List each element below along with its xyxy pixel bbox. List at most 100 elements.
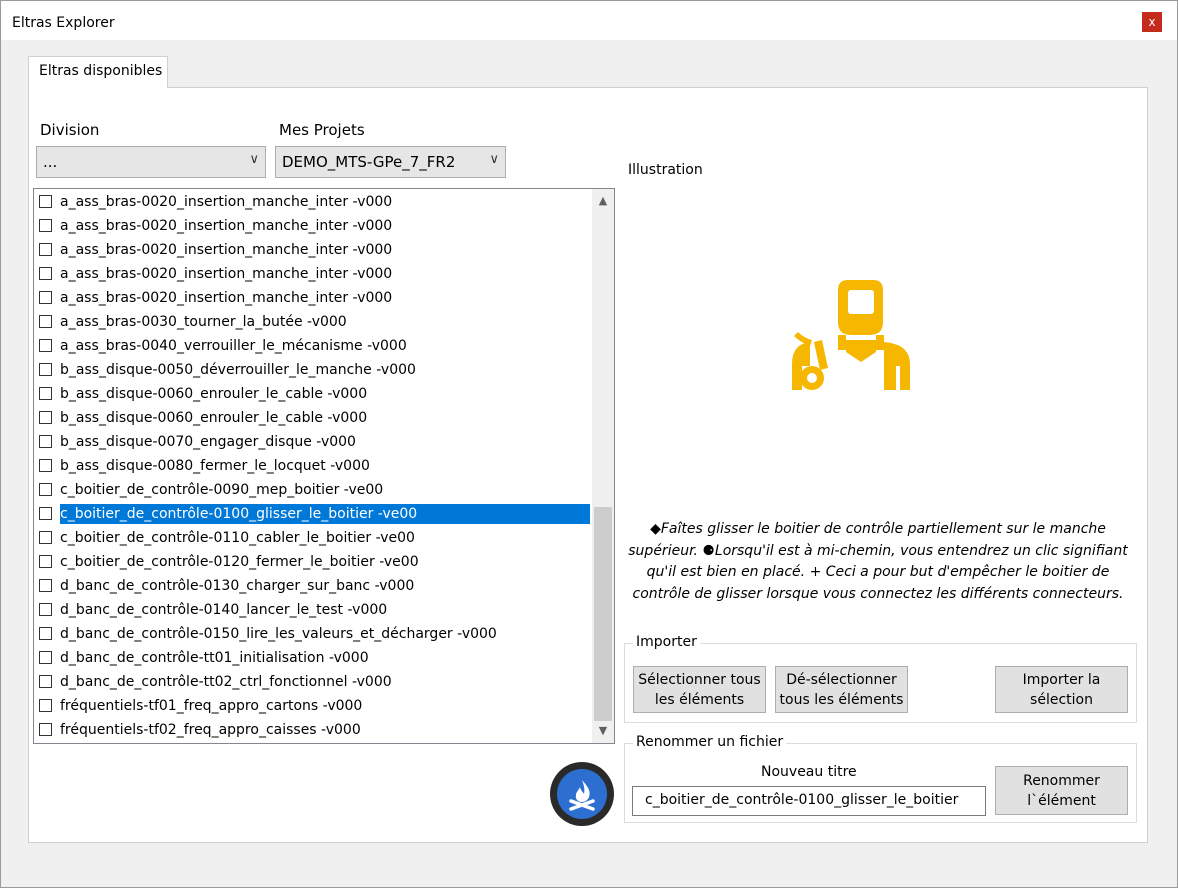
list-item[interactable]: a_ass_bras-0020_insertion_manche_inter -… [36, 262, 590, 286]
list-item-checkbox[interactable] [39, 627, 52, 640]
rename-group-title: Renommer un fichier [633, 734, 787, 750]
list-item-checkbox[interactable] [39, 531, 52, 544]
list-item[interactable]: b_ass_disque-0060_enrouler_le_cable -v00… [36, 382, 590, 406]
list-item-checkbox[interactable] [39, 507, 52, 520]
list-item[interactable]: d_banc_de_contrôle-0130_charger_sur_banc… [36, 574, 590, 598]
division-label: Division [40, 121, 100, 139]
list-item[interactable]: b_ass_disque-0060_enrouler_le_cable -v00… [36, 406, 590, 430]
list-item-label: a_ass_bras-0020_insertion_manche_inter -… [60, 242, 393, 258]
scroll-down-icon[interactable]: ▼ [592, 721, 614, 741]
chevron-down-icon: ∨ [249, 152, 259, 167]
list-item-checkbox[interactable] [39, 267, 52, 280]
list-item[interactable]: a_ass_bras-0030_tourner_la_butée -v000 [36, 310, 590, 334]
list-item-checkbox[interactable] [39, 435, 52, 448]
list-item-label: a_ass_bras-0030_tourner_la_butée -v000 [60, 314, 347, 330]
list-item-checkbox[interactable] [39, 699, 52, 712]
list-item-checkbox[interactable] [39, 363, 52, 376]
list-item-checkbox[interactable] [39, 339, 52, 352]
list-item-label: d_banc_de_contrôle-0150_lire_les_valeurs… [60, 626, 497, 642]
list-item-label: b_ass_disque-0060_enrouler_le_cable -v00… [60, 386, 368, 402]
list-item-checkbox[interactable] [39, 291, 52, 304]
list-item[interactable]: c_boitier_de_contrôle-0100_glisser_le_bo… [36, 502, 590, 526]
list-item-checkbox[interactable] [39, 603, 52, 616]
list-item-label: c_boitier_de_contrôle-0110_cabler_le_boi… [60, 530, 415, 546]
illustration-description: ◆Faîtes glisser le boitier de contrôle p… [628, 521, 1128, 602]
list-item-checkbox[interactable] [39, 675, 52, 688]
list-item[interactable]: a_ass_bras-0020_insertion_manche_inter -… [36, 190, 590, 214]
list-item[interactable]: d_banc_de_contrôle-0150_lire_les_valeurs… [36, 622, 590, 646]
list-item-label: d_banc_de_contrôle-tt01_initialisation -… [60, 650, 369, 666]
list-item-label: b_ass_disque-0080_fermer_le_locquet -v00… [60, 458, 370, 474]
projects-select-value: DEMO_MTS-GPe_7_FR2 [282, 153, 456, 171]
list-item[interactable]: a_ass_bras-0020_insertion_manche_inter -… [36, 238, 590, 262]
list-item-label: a_ass_bras-0020_insertion_manche_inter -… [60, 266, 393, 282]
list-item-checkbox[interactable] [39, 243, 52, 256]
list-item-checkbox[interactable] [39, 483, 52, 496]
list-item[interactable]: b_ass_disque-0070_engager_disque -v000 [36, 430, 590, 454]
list-item-checkbox[interactable] [39, 219, 52, 232]
list-item-label: a_ass_bras-0020_insertion_manche_inter -… [60, 194, 393, 210]
title-bar: Eltras Explorer x [0, 0, 1178, 40]
list-item-checkbox[interactable] [39, 723, 52, 736]
list-item-label: c_boitier_de_contrôle-0120_fermer_le_boi… [60, 554, 419, 570]
list-item[interactable]: a_ass_bras-0040_verrouiller_le_mécanisme… [36, 334, 590, 358]
list-item-label: fréquentiels-tf02_freq_appro_caisses -v0… [60, 722, 361, 738]
list-item[interactable]: c_boitier_de_contrôle-0090_mep_boitier -… [36, 478, 590, 502]
campfire-icon [569, 780, 595, 811]
import-group-title: Importer [633, 634, 700, 650]
list-item-label: c_boitier_de_contrôle-0090_mep_boitier -… [60, 482, 384, 498]
list-item-checkbox[interactable] [39, 579, 52, 592]
list-item-label: b_ass_disque-0060_enrouler_le_cable -v00… [60, 410, 368, 426]
list-item-checkbox[interactable] [39, 195, 52, 208]
list-item-label: b_ass_disque-0050_déverrouiller_le_manch… [60, 362, 416, 378]
new-title-label: Nouveau titre [761, 764, 857, 780]
division-select-value: ... [43, 153, 58, 171]
list-item-checkbox[interactable] [39, 459, 52, 472]
list-item[interactable]: c_boitier_de_contrôle-0110_cabler_le_boi… [36, 526, 590, 550]
window-title: Eltras Explorer [12, 15, 115, 31]
campfire-button[interactable] [550, 762, 614, 826]
list-item-label: d_banc_de_contrôle-tt02_ctrl_fonctionnel… [60, 674, 392, 690]
list-item-label: a_ass_bras-0020_insertion_manche_inter -… [60, 218, 393, 234]
scroll-up-icon[interactable]: ▲ [592, 191, 614, 211]
scroll-thumb[interactable] [594, 507, 612, 721]
list-item[interactable]: d_banc_de_contrôle-tt01_initialisation -… [36, 646, 590, 670]
list-item[interactable]: b_ass_disque-0050_déverrouiller_le_manch… [36, 358, 590, 382]
projects-label: Mes Projets [279, 121, 365, 139]
vertical-scrollbar[interactable]: ▲ ▼ [592, 189, 614, 743]
list-item-checkbox[interactable] [39, 411, 52, 424]
illustration-label: Illustration [628, 162, 703, 178]
list-item-checkbox[interactable] [39, 555, 52, 568]
import-selection-button[interactable]: Importer la sélection [995, 666, 1128, 713]
chevron-down-icon: ∨ [486, 152, 499, 167]
list-item-checkbox[interactable] [39, 387, 52, 400]
deselect-all-button[interactable]: Dé-sélectionner tous les éléments [775, 666, 908, 713]
list-item-label: a_ass_bras-0020_insertion_manche_inter -… [60, 290, 393, 306]
list-item-label: d_banc_de_contrôle-0130_charger_sur_banc… [60, 578, 415, 594]
list-item-label: c_boitier_de_contrôle-0100_glisser_le_bo… [60, 504, 590, 524]
list-item[interactable]: fréquentiels-tf01_freq_appro_cartons -v0… [36, 694, 590, 718]
list-item-label: b_ass_disque-0070_engager_disque -v000 [60, 434, 356, 450]
list-item-label: d_banc_de_contrôle-0140_lancer_le_test -… [60, 602, 388, 618]
close-button[interactable]: x [1142, 12, 1162, 32]
list-item[interactable]: fréquentiels-tf02_freq_appro_caisses -v0… [36, 718, 590, 742]
list-item[interactable]: b_ass_disque-0080_fermer_le_locquet -v00… [36, 454, 590, 478]
select-all-button[interactable]: Sélectionner tous les éléments [633, 666, 766, 713]
list-item[interactable]: a_ass_bras-0020_insertion_manche_inter -… [36, 286, 590, 310]
tab-eltras-disponibles[interactable]: Eltras disponibles [28, 56, 168, 88]
projects-select[interactable]: DEMO_MTS-GPe_7_FR2 ∨ [275, 146, 506, 178]
eltras-list[interactable]: a_ass_bras-0020_insertion_manche_inter -… [33, 188, 615, 744]
list-item[interactable]: d_banc_de_contrôle-0140_lancer_le_test -… [36, 598, 590, 622]
new-title-input[interactable]: c_boitier_de_contrôle-0100_glisser_le_bo… [632, 786, 986, 816]
list-item-checkbox[interactable] [39, 651, 52, 664]
division-select[interactable]: ... ∨ [36, 146, 266, 178]
list-item-label: fréquentiels-tf01_freq_appro_cartons -v0… [60, 698, 363, 714]
list-item-label: a_ass_bras-0040_verrouiller_le_mécanisme… [60, 338, 407, 354]
campfire-button-face [557, 769, 607, 819]
list-item[interactable]: d_banc_de_contrôle-tt02_ctrl_fonctionnel… [36, 670, 590, 694]
list-item[interactable]: c_boitier_de_contrôle-0120_fermer_le_boi… [36, 550, 590, 574]
welder-icon [792, 280, 910, 390]
list-item[interactable]: a_ass_bras-0020_insertion_manche_inter -… [36, 214, 590, 238]
rename-button[interactable]: Renommer l`élément [995, 766, 1128, 815]
list-item-checkbox[interactable] [39, 315, 52, 328]
